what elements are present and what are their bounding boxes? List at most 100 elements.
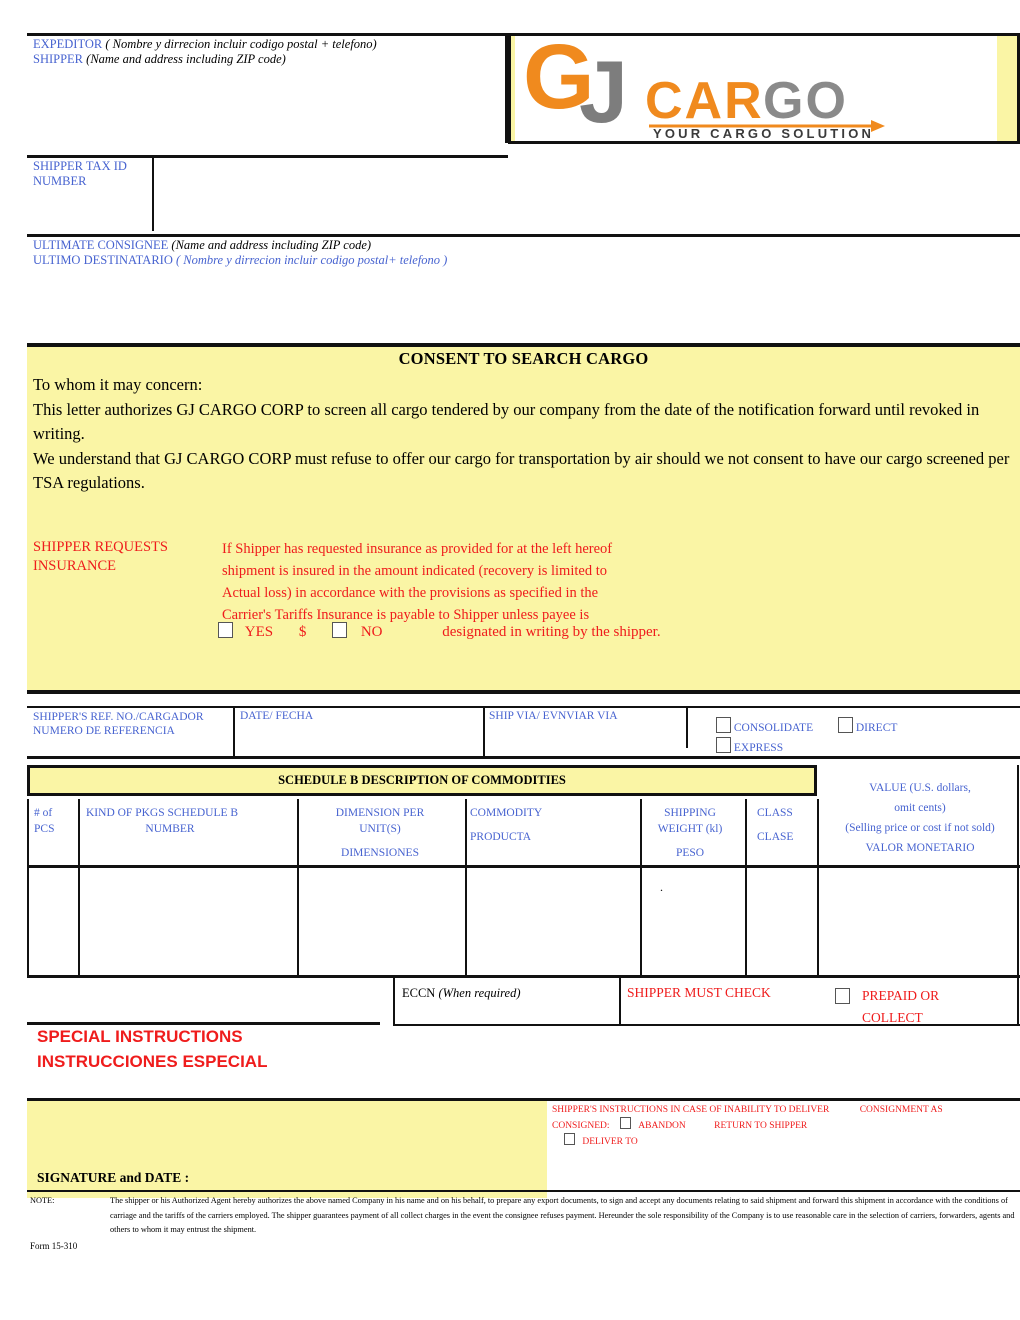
col-header-class: CLASS CLASE (757, 807, 794, 843)
special-instructions-line2: INSTRUCCIONES ESPECIAL (37, 1052, 268, 1071)
col-header-commodity: COMMODITY PRODUCTA (470, 807, 543, 843)
tax-id-line1: SHIPPER TAX ID (33, 159, 127, 173)
gj-cargo-logo: G J CAR GO YOUR CARGO SOLUTION (519, 36, 993, 140)
note-body: The shipper or his Authorized Agent here… (110, 1196, 1015, 1234)
direct-label: DIRECT (855, 722, 898, 734)
tax-id-divider (152, 155, 154, 231)
logo-tagline: YOUR CARGO SOLUTION (653, 126, 874, 140)
insurance-amount-symbol: $ (298, 624, 307, 640)
delivery-instructions-block: SHIPPER'S INSTRUCTIONS IN CASE OF INABIL… (552, 1104, 1020, 1149)
consignee-note-es: ( Nombre y dirrecion incluir codigo post… (175, 253, 448, 267)
ultimate-consignee-label: ULTIMATE CONSIGNEE (Name and address inc… (33, 238, 633, 268)
table-col-divider-6 (817, 799, 819, 978)
express-checkbox[interactable] (716, 737, 731, 753)
table-col-divider-1 (78, 799, 80, 978)
eccn-divider-right (1017, 978, 1019, 1026)
schedule-b-title: SCHEDULE B DESCRIPTION OF COMMODITIES (278, 773, 566, 787)
eccn-note-text: (When required) (438, 986, 521, 1000)
prepaid-collect-checkbox-wrap[interactable] (835, 988, 850, 1007)
insurance-no-label: NO (360, 624, 383, 640)
logo-go-text: GO (763, 72, 848, 130)
col-header-pcs: # of PCS (34, 807, 55, 835)
ship-via-field-label[interactable]: SHIP VIA/ EVNVIAR VIA (489, 710, 679, 722)
consolidate-label: CONSOLIDATE (733, 722, 814, 734)
insurance-label-line1: SHIPPER REQUESTS (33, 539, 168, 555)
logo-car-text: CAR (645, 72, 764, 130)
insurance-terms-text: If Shipper has requested insurance as pr… (222, 538, 702, 626)
form-number: Form 15-310 (30, 1241, 78, 1251)
deliver-to-label: DELIVER TO (582, 1137, 638, 1147)
signature-rule (27, 1190, 1020, 1192)
table-col-divider-4 (640, 799, 642, 978)
consent-paragraph-2: This letter authorizes GJ CARGO CORP to … (33, 399, 980, 444)
shipper-label-en: SHIPPER (33, 52, 84, 66)
insurance-yes-checkbox[interactable] (218, 622, 233, 638)
shipper-label: EXPEDITOR ( Nombre y dirrecion incluir c… (33, 37, 493, 67)
shippers-ref-line2: NUMERO DE REFERENCIA (33, 725, 175, 737)
insurance-no-checkbox[interactable] (332, 622, 348, 638)
delivery-instructions-line1a: SHIPPER'S INSTRUCTIONS IN CASE OF INABIL… (552, 1105, 830, 1115)
insurance-tail-text: designated in writing by the shipper. (442, 624, 661, 640)
reference-divider-3 (686, 708, 688, 748)
reference-divider-2 (483, 706, 485, 759)
consolidate-checkbox[interactable] (716, 717, 731, 733)
note-label: NOTE: (30, 1196, 55, 1205)
tax-id-line2: NUMBER (33, 174, 87, 188)
shipper-note: (Name and address including ZIP code) (86, 52, 286, 66)
value-header-line2: omit cents) (894, 802, 946, 814)
expeditor-note: ( Nombre y dirrecion incluir codigo post… (105, 37, 377, 51)
value-column-header: VALUE (U.S. dollars, omit cents) (Sellin… (820, 778, 1020, 858)
consent-body: To whom it may concern: This letter auth… (33, 373, 1018, 496)
insurance-line2: shipment is insured in the amount indica… (222, 563, 607, 579)
prepaid-or-collect-label: PREPAID OR COLLECT (862, 985, 939, 1029)
col-header-kind-of-pkgs: KIND OF PKGS SCHEDULE B NUMBER (86, 807, 239, 835)
value-header-line1: VALUE (U.S. dollars, (869, 782, 971, 794)
schedule-b-data-row[interactable] (27, 865, 1020, 978)
prepaid-collect-checkbox[interactable] (835, 988, 850, 1004)
table-border-left (27, 799, 29, 978)
shipper-tax-id-label: SHIPPER TAX ID NUMBER (33, 159, 148, 189)
cell-shipping-weight-value[interactable]: . (660, 880, 663, 895)
insurance-label-line2: INSURANCE (33, 558, 116, 574)
col-header-shipping-weight: SHIPPING WEIGHT (kl) PESO (657, 807, 723, 859)
deliver-to-checkbox[interactable] (564, 1133, 575, 1145)
prepaid-line1: PREPAID OR (862, 988, 940, 1003)
consigned-label: CONSIGNED: (552, 1121, 610, 1131)
ship-mode-options: CONSOLIDATE DIRECT EXPRESS (716, 717, 1016, 757)
abandon-checkbox[interactable] (619, 1117, 631, 1129)
expeditor-label: EXPEDITOR (33, 37, 103, 51)
consignee-label-es: ULTIMO DESTINATARIO (33, 253, 173, 267)
table-col-divider-3 (465, 799, 467, 978)
signature-and-date-label[interactable]: SIGNATURE and DATE : (37, 1170, 189, 1186)
delivery-instructions-line1b: CONSIGNMENT AS (859, 1105, 943, 1115)
insurance-yes-label: YES (244, 624, 274, 640)
consignee-note-en: (Name and address including ZIP code) (171, 238, 372, 252)
special-instructions-line1: SPECIAL INSTRUCTIONS (37, 1027, 243, 1046)
return-to-shipper-label: RETURN TO SHIPPER (714, 1121, 808, 1131)
consent-paragraph-3: We understand that GJ CARGO CORP must re… (33, 448, 1010, 493)
cargo-shipping-form: EXPEDITOR ( Nombre y dirrecion incluir c… (0, 0, 1020, 1320)
consent-paragraph-1: To whom it may concern: (33, 375, 203, 394)
value-header-line3: (Selling price or cost if not sold) (845, 822, 995, 834)
table-border-right (1017, 765, 1019, 978)
shippers-ref-line1: SHIPPER'S REF. NO./CARGADOR (33, 711, 204, 723)
consent-title: CONSENT TO SEARCH CARGO (398, 349, 649, 368)
shippers-ref-no-label[interactable]: SHIPPER'S REF. NO./CARGADOR NUMERO DE RE… (33, 710, 233, 738)
eccn-label-text: ECCN (402, 986, 436, 1000)
value-header-line4: VALOR MONETARIO (865, 842, 975, 854)
direct-checkbox[interactable] (837, 717, 853, 733)
logo-j-glyph: J (579, 42, 628, 140)
date-field-label[interactable]: DATE/ FECHA (240, 710, 480, 722)
eccn-divider-mid (619, 978, 621, 1026)
special-instructions-title: SPECIAL INSTRUCTIONS INSTRUCCIONES ESPEC… (37, 1024, 267, 1074)
eccn-divider-left (393, 978, 395, 1026)
express-label: EXPRESS (733, 742, 784, 754)
shipper-requests-insurance-label: SHIPPER REQUESTS INSURANCE (33, 538, 223, 576)
reference-divider-1 (233, 706, 235, 759)
table-col-divider-5 (745, 799, 747, 978)
consignee-label-en: ULTIMATE CONSIGNEE (33, 238, 169, 252)
shipper-must-check-label: SHIPPER MUST CHECK (627, 985, 771, 1000)
eccn-label[interactable]: ECCN (When required) (402, 986, 521, 1001)
insurance-line3: Actual loss) in accordance with the prov… (222, 585, 599, 601)
prepaid-line2: COLLECT (862, 1010, 923, 1025)
